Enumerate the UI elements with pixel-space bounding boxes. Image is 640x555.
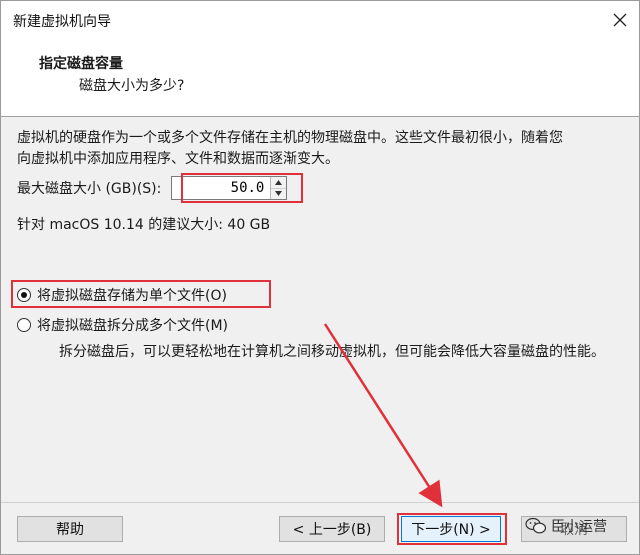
wizard-body: 虚拟机的硬盘作为一个或多个文件存储在主机的物理磁盘中。这些文件最初很小，随着您 …: [1, 118, 639, 502]
disk-description: 虚拟机的硬盘作为一个或多个文件存储在主机的物理磁盘中。这些文件最初很小，随着您 …: [17, 128, 627, 170]
title-bar: 新建虚拟机向导: [1, 1, 639, 41]
option-single-file-label: 将虚拟磁盘存储为单个文件(O): [37, 288, 227, 304]
next-button[interactable]: 下一步(N) >: [401, 516, 501, 542]
disk-size-spin-buttons: [270, 177, 287, 199]
option-split-files[interactable]: 将虚拟磁盘拆分成多个文件(M): [17, 315, 228, 335]
radio-split-files[interactable]: [17, 318, 31, 332]
back-button[interactable]: < 上一步(B): [279, 516, 385, 542]
description-line-1: 虚拟机的硬盘作为一个或多个文件存储在主机的物理磁盘中。这些文件最初很小，随着您: [17, 130, 563, 146]
close-icon: [613, 13, 627, 27]
spin-up-button[interactable]: [271, 177, 287, 189]
split-note: 拆分磁盘后，可以更轻松地在计算机之间移动虚拟机，但可能会降低大容量磁盘的性能。: [59, 344, 605, 360]
option-split-files-label: 将虚拟磁盘拆分成多个文件(M): [37, 318, 229, 334]
disk-size-row: 最大磁盘大小 (GB)(S):: [17, 176, 288, 200]
disk-size-stepper[interactable]: [171, 176, 288, 200]
spin-down-button[interactable]: [271, 188, 287, 199]
option-single-file[interactable]: 将虚拟磁盘存储为单个文件(O): [17, 285, 227, 305]
page-title: 指定磁盘容量: [39, 56, 123, 72]
wizard-header: 指定磁盘容量 磁盘大小为多少?: [1, 41, 639, 117]
recommended-size: 针对 macOS 10.14 的建议大小: 40 GB: [17, 217, 271, 233]
arrow-up-icon: [275, 179, 283, 185]
watermark: 臣小运营: [525, 516, 607, 536]
wizard-window: 新建虚拟机向导 指定磁盘容量 磁盘大小为多少? 虚拟机的硬盘作为一个或多个文件存…: [0, 0, 640, 555]
watermark-text: 臣小运营: [551, 519, 607, 535]
description-line-2: 向虚拟机中添加应用程序、文件和数据而逐渐变大。: [17, 151, 339, 167]
help-button[interactable]: 帮助: [17, 516, 123, 542]
disk-size-label: 最大磁盘大小 (GB)(S):: [17, 181, 162, 197]
radio-single-file[interactable]: [17, 288, 31, 302]
close-button[interactable]: [607, 7, 633, 33]
page-subtitle: 磁盘大小为多少?: [79, 78, 185, 94]
radio-selected-dot: [21, 292, 27, 298]
disk-size-input[interactable]: [172, 177, 271, 199]
wechat-icon: [525, 517, 547, 534]
window-title: 新建虚拟机向导: [13, 14, 111, 30]
arrow-down-icon: [275, 191, 283, 197]
